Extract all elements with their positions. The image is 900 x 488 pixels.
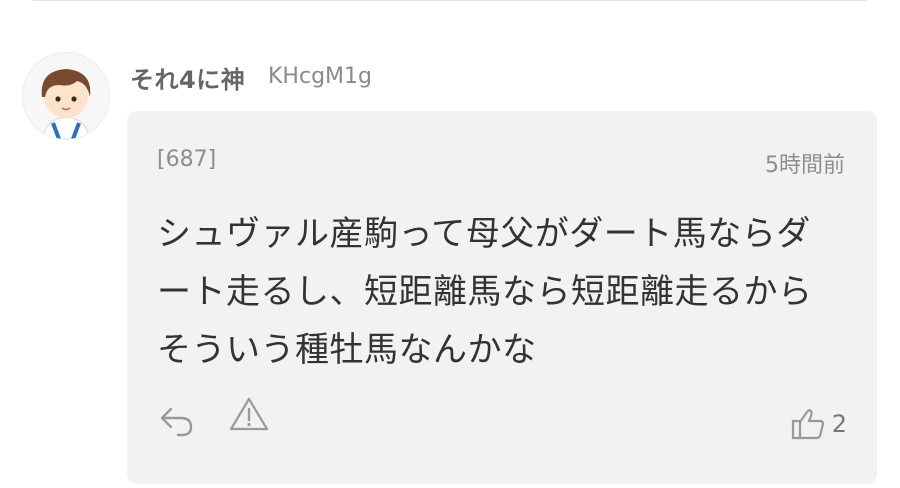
reply-button[interactable]	[157, 399, 197, 439]
comment-line: そういう種牡馬なんかな	[157, 330, 537, 370]
thumbs-up-icon	[791, 409, 824, 440]
comment-line: シュヴァル産駒って母父がダート馬ならダ	[157, 214, 811, 254]
user-avatar[interactable]	[22, 52, 110, 140]
comment-card: [687] 5時間前 シュヴァル産駒って母父がダート馬ならダ ート走るし、短距離…	[127, 111, 877, 484]
boy-avatar-icon	[41, 69, 91, 139]
comment-line: ート走るし、短距離馬なら短距離走るから	[157, 272, 813, 312]
comment-timestamp: 5時間前	[765, 153, 845, 178]
author-id: KHcgM1g	[268, 64, 372, 89]
top-divider	[33, 0, 867, 1]
author-name[interactable]: それ4に神	[130, 60, 245, 95]
report-button[interactable]	[228, 395, 270, 435]
comment-body: シュヴァル産駒って母父がダート馬ならダ ート走るし、短距離馬なら短距離走るから …	[157, 205, 847, 379]
comment-number: [687]	[157, 147, 217, 172]
like-count: 2	[831, 410, 847, 438]
like-button[interactable]: 2	[790, 407, 847, 441]
warning-icon	[229, 397, 269, 431]
reply-icon	[160, 407, 193, 437]
